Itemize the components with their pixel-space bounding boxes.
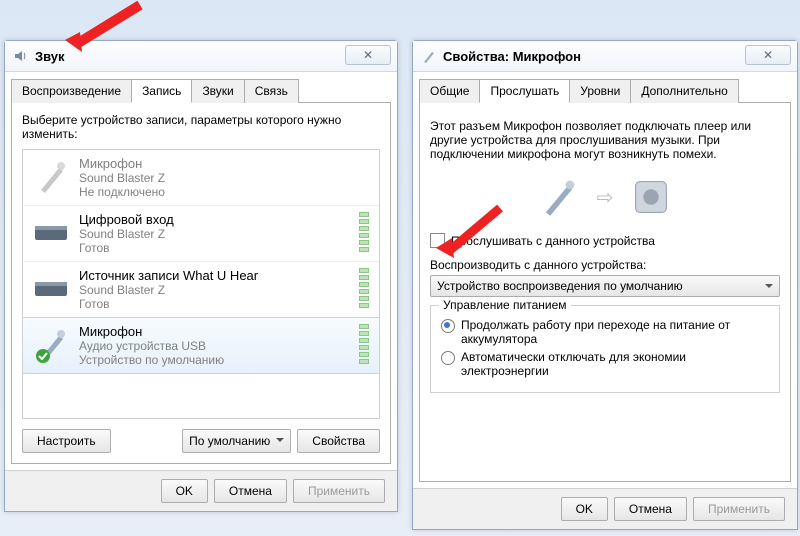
power-groupbox: Управление питанием Продолжать работу пр… bbox=[430, 305, 780, 393]
listen-checkbox-label: Прослушивать с данного устройства bbox=[451, 234, 655, 248]
ok-button[interactable]: OK bbox=[561, 497, 608, 521]
mic-icon bbox=[31, 156, 71, 196]
ok-button[interactable]: OK bbox=[161, 479, 208, 503]
device-row[interactable]: Цифровой вход Sound Blaster Z Готов bbox=[23, 206, 379, 262]
tab-advanced[interactable]: Дополнительно bbox=[630, 79, 738, 103]
device-status: Готов bbox=[79, 241, 174, 255]
properties-window: Свойства: Микрофон ✕ Общие Прослушать Ур… bbox=[412, 40, 798, 530]
tab-sounds[interactable]: Звуки bbox=[191, 79, 244, 103]
properties-button[interactable]: Свойства bbox=[297, 429, 380, 453]
radio-auto-off-label: Автоматически отключать для экономии эле… bbox=[461, 350, 769, 378]
radio-auto-off[interactable]: Автоматически отключать для экономии эле… bbox=[441, 350, 769, 378]
illustration-row: ⇨ bbox=[430, 175, 780, 219]
level-meter bbox=[359, 324, 369, 364]
radio-continue[interactable]: Продолжать работу при переходе на питани… bbox=[441, 318, 769, 346]
radio-dot-icon bbox=[441, 351, 455, 365]
dialog-buttons-right: OK Отмена Применить bbox=[413, 488, 797, 529]
apply-button[interactable]: Применить bbox=[693, 497, 785, 521]
device-driver: Sound Blaster Z bbox=[79, 283, 258, 297]
device-status: Готов bbox=[79, 297, 258, 311]
tabs-right: Общие Прослушать Уровни Дополнительно bbox=[419, 78, 791, 102]
playthrough-value: Устройство воспроизведения по умолчанию bbox=[437, 279, 683, 293]
tab-general[interactable]: Общие bbox=[419, 79, 480, 103]
list-buttons: Настроить По умолчанию Свойства bbox=[22, 429, 380, 453]
dialog-buttons-left: OK Отмена Применить bbox=[5, 470, 397, 511]
tab-levels[interactable]: Уровни bbox=[569, 79, 631, 103]
level-meter bbox=[359, 268, 369, 308]
level-meter bbox=[359, 212, 369, 252]
instruction-text: Выберите устройство записи, параметры ко… bbox=[22, 113, 380, 141]
sound-window: Звук ✕ Воспроизведение Запись Звуки Связ… bbox=[4, 40, 398, 512]
listen-description: Этот разъем Микрофон позволяет подключат… bbox=[430, 119, 780, 161]
mic-icon bbox=[421, 48, 437, 64]
mic-icon bbox=[31, 324, 71, 364]
listen-checkbox-row[interactable]: Прослушивать с данного устройства bbox=[430, 233, 780, 248]
device-name: Микрофон bbox=[79, 156, 165, 171]
device-row[interactable]: Микрофон Аудио устройства USB Устройство… bbox=[22, 317, 380, 374]
cancel-button[interactable]: Отмена bbox=[214, 479, 287, 503]
device-name: Микрофон bbox=[79, 324, 224, 339]
power-legend: Управление питанием bbox=[439, 298, 571, 312]
default-combo-label: По умолчанию bbox=[189, 434, 270, 448]
apply-button[interactable]: Применить bbox=[293, 479, 385, 503]
whatuhear-icon bbox=[31, 268, 71, 308]
close-button-right[interactable]: ✕ bbox=[745, 45, 791, 65]
mic-illustration-icon bbox=[537, 175, 581, 219]
device-driver: Sound Blaster Z bbox=[79, 171, 165, 185]
window-title-right: Свойства: Микрофон bbox=[443, 49, 581, 64]
listen-checkbox[interactable] bbox=[430, 233, 445, 248]
default-combo[interactable]: По умолчанию bbox=[182, 429, 291, 453]
speaker-icon bbox=[13, 48, 29, 64]
arrow-right-icon: ⇨ bbox=[597, 185, 614, 210]
device-driver: Аудио устройства USB bbox=[79, 339, 224, 353]
tab-playback[interactable]: Воспроизведение bbox=[11, 79, 132, 103]
titlebar-right[interactable]: Свойства: Микрофон ✕ bbox=[413, 41, 797, 72]
tab-body-left: Выберите устройство записи, параметры ко… bbox=[11, 102, 391, 464]
device-driver: Sound Blaster Z bbox=[79, 227, 174, 241]
device-list[interactable]: Микрофон Sound Blaster Z Не подключено Ц… bbox=[22, 149, 380, 419]
radio-dot-icon bbox=[441, 319, 455, 333]
tab-record[interactable]: Запись bbox=[131, 79, 192, 103]
speaker-illustration-icon bbox=[629, 175, 673, 219]
device-status: Не подключено bbox=[79, 185, 165, 199]
titlebar-left[interactable]: Звук ✕ bbox=[5, 41, 397, 72]
tabs-left: Воспроизведение Запись Звуки Связь bbox=[11, 78, 391, 102]
tab-body-right: Этот разъем Микрофон позволяет подключат… bbox=[419, 102, 791, 482]
device-name: Цифровой вход bbox=[79, 212, 174, 227]
configure-button[interactable]: Настроить bbox=[22, 429, 111, 453]
device-status: Устройство по умолчанию bbox=[79, 353, 224, 367]
cancel-button[interactable]: Отмена bbox=[614, 497, 687, 521]
digital-in-icon bbox=[31, 212, 71, 252]
device-row[interactable]: Микрофон Sound Blaster Z Не подключено bbox=[23, 150, 379, 206]
radio-continue-label: Продолжать работу при переходе на питани… bbox=[461, 318, 769, 346]
close-button-left[interactable]: ✕ bbox=[345, 45, 391, 65]
playthrough-label: Воспроизводить с данного устройства: bbox=[430, 258, 780, 272]
playthrough-combo[interactable]: Устройство воспроизведения по умолчанию bbox=[430, 275, 780, 297]
window-title-left: Звук bbox=[35, 49, 65, 64]
device-row[interactable]: Источник записи What U Hear Sound Blaste… bbox=[23, 262, 379, 318]
device-name: Источник записи What U Hear bbox=[79, 268, 258, 283]
tab-comm[interactable]: Связь bbox=[244, 79, 299, 103]
tab-listen[interactable]: Прослушать bbox=[479, 79, 570, 103]
